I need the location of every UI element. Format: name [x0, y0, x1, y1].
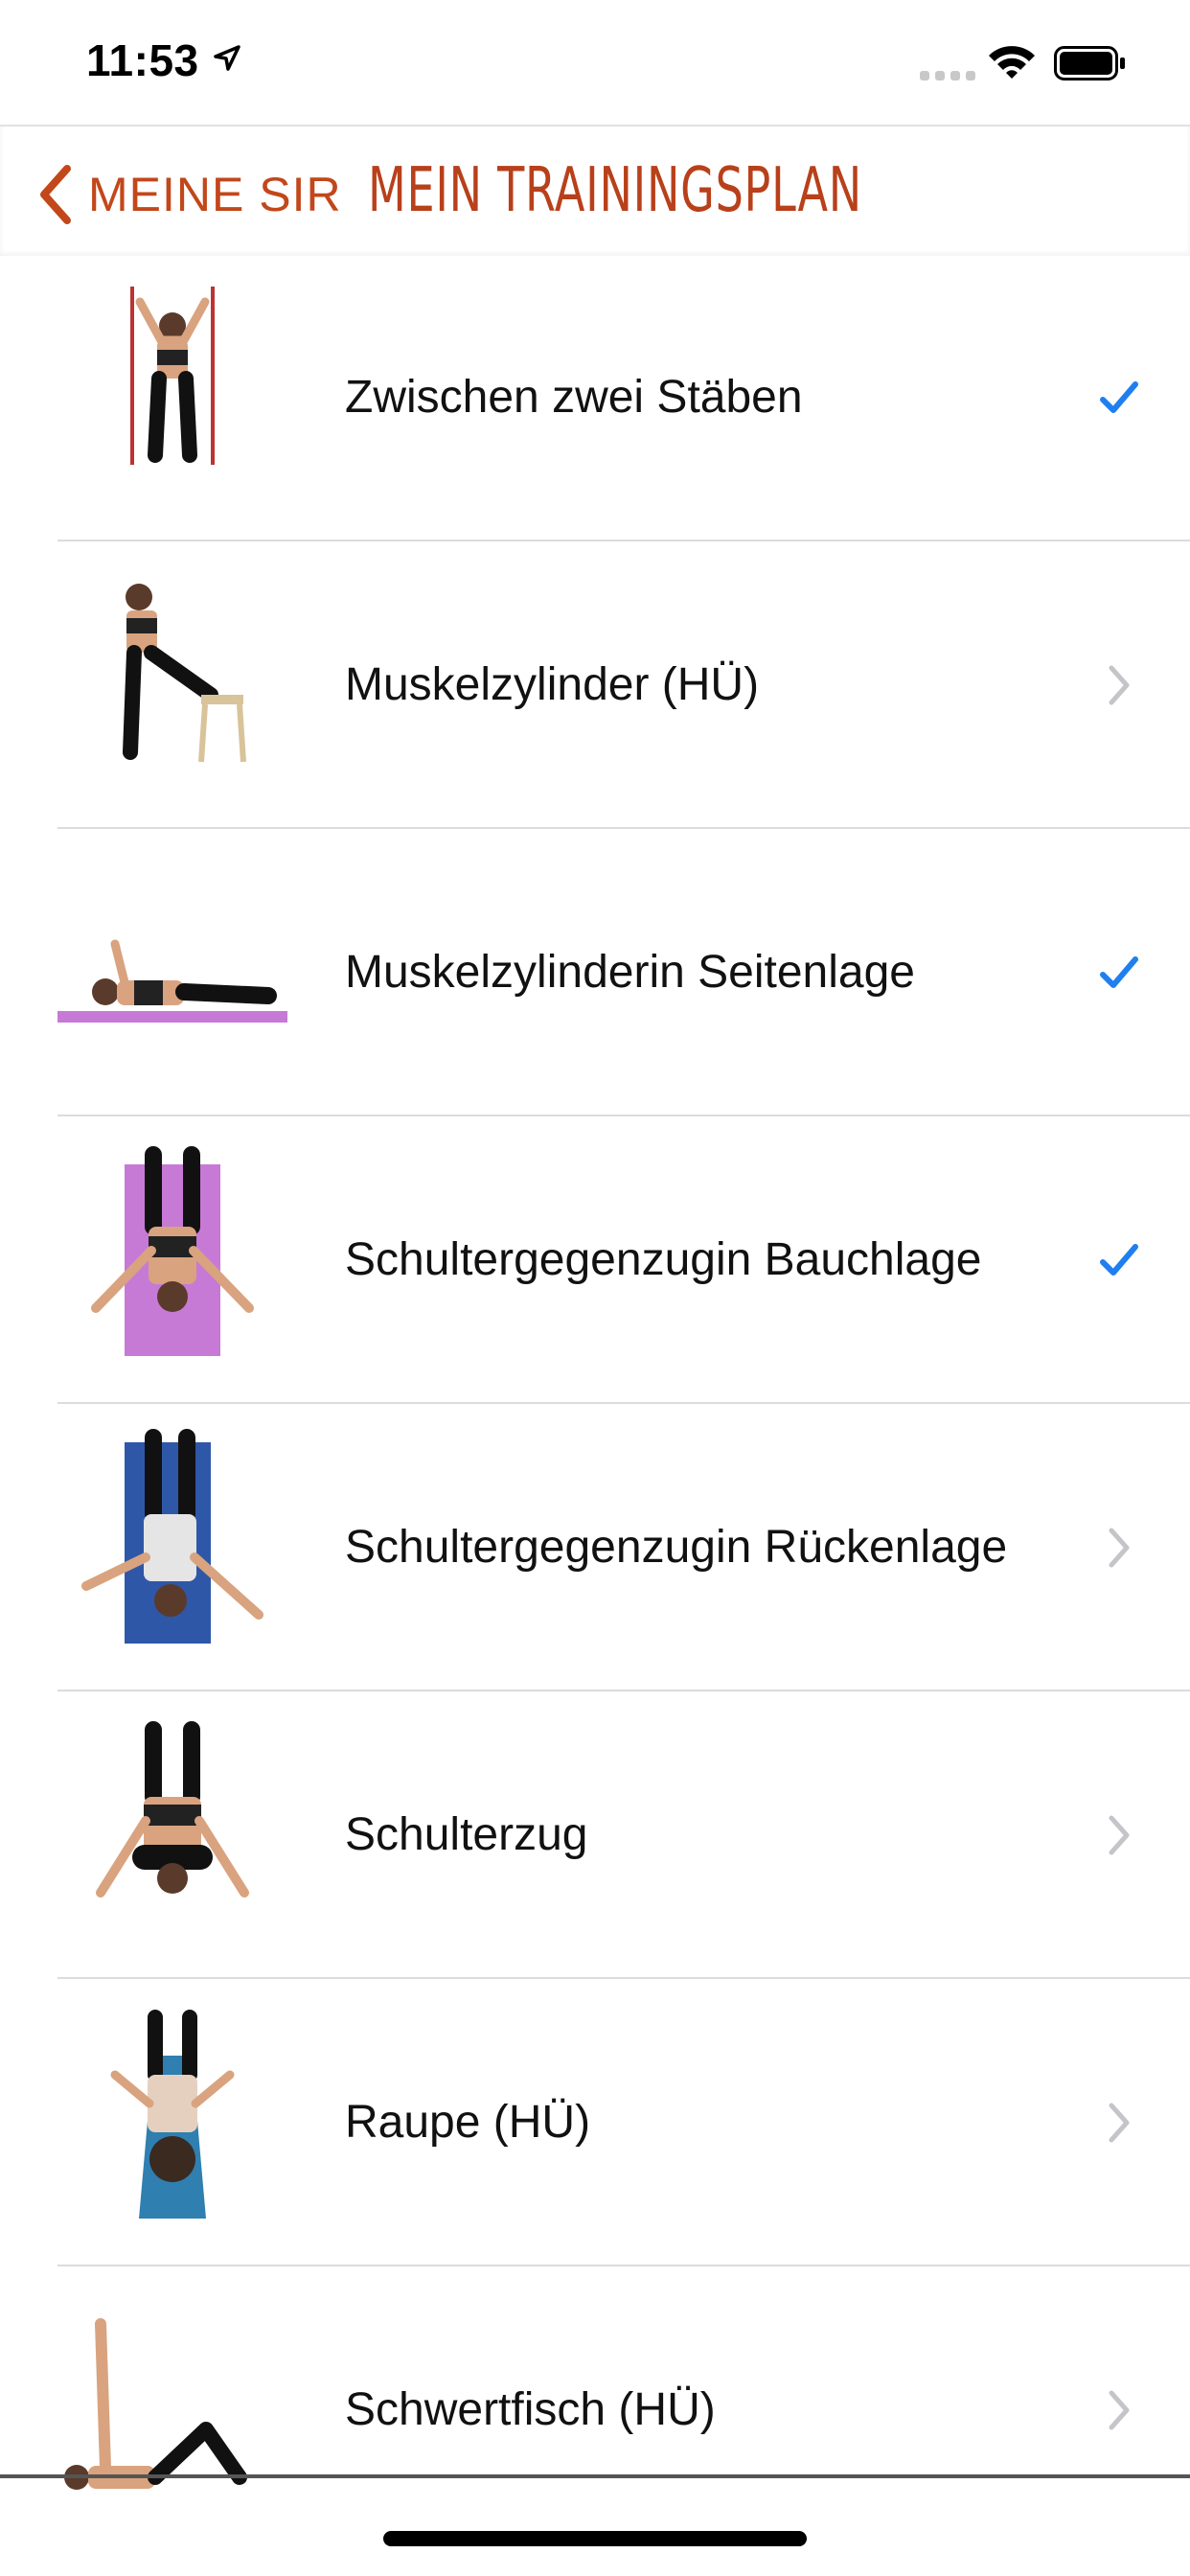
location-arrow-icon [214, 45, 240, 71]
status-time: 11:53 [86, 35, 199, 85]
exercise-title: Muskelzylinder (HÜ) [345, 541, 759, 829]
exercise-title: Zwischen zwei Stäben [345, 254, 803, 541]
battery-icon [1054, 46, 1125, 80]
navigation-bar: MEINE SIR MEIN TRAININGSPLAN [0, 125, 1190, 256]
back-label: MEINE SIR [88, 168, 342, 221]
chevron-right-icon [1109, 2390, 1130, 2430]
exercise-row[interactable]: Schwertfisch (HÜ) [0, 2266, 1190, 2554]
checkmark-icon [1100, 381, 1138, 413]
exercise-row[interactable]: Muskelzylinder in Seitenlage [0, 829, 1190, 1116]
exercise-title: Muskelzylinder in Seitenlage [345, 829, 915, 1116]
exercise-title: Schultergegenzug in Bauchlage [345, 1116, 982, 1404]
back-button[interactable]: MEINE SIR [34, 161, 342, 228]
exercise-title-line-1: Schulterzug [345, 1809, 588, 1860]
exercise-title-line-1: Muskelzylinder (HÜ) [345, 659, 760, 710]
cellular-signal-icon [920, 71, 975, 80]
exercise-row[interactable]: Muskelzylinder (HÜ) [0, 541, 1190, 829]
status-bar: 11:53 [0, 0, 1190, 125]
exercise-title-line-1: Schultergegenzug [345, 1234, 716, 1285]
exercise-thumbnail [110, 2010, 235, 2219]
wifi-icon [989, 46, 1035, 79]
chevron-left-icon [40, 165, 71, 224]
exercise-thumbnail [130, 287, 215, 465]
exercise-row[interactable]: Schultergegenzug in Bauchlage [0, 1116, 1190, 1404]
page-title: MEIN TRAININGSPLAN [368, 155, 862, 226]
checkmark-icon [1100, 956, 1138, 988]
exercise-list: Zwischen zwei Stäben Muskelzylinder (HÜ) M… [0, 254, 1190, 2554]
exercise-title-line-2: in Bauchlage [715, 1234, 982, 1285]
exercise-row[interactable]: Schultergegenzug in Rückenlage [0, 1404, 1190, 1691]
exercise-row[interactable]: Schulterzug [0, 1691, 1190, 1979]
chevron-right-icon [1109, 665, 1130, 705]
exercise-thumbnail [81, 1429, 263, 1644]
exercise-thumbnail [96, 1721, 249, 1898]
exercise-title: Schulterzug [345, 1691, 587, 1979]
exercise-title: Schwertfisch (HÜ) [345, 2266, 716, 2554]
exercise-title-line-2: in Rückenlage [715, 1522, 1008, 1573]
exercise-thumbnail [57, 939, 287, 1023]
exercise-title-line-1: Schultergegenzug [345, 1522, 716, 1573]
exercise-title-line-1: Raupe (HÜ) [345, 2097, 591, 2148]
exercise-title-line-1: Zwischen zwei Stäben [345, 372, 803, 423]
exercise-thumbnail [64, 2318, 247, 2490]
exercise-thumbnail [91, 1146, 254, 1356]
list-bottom-border [0, 2474, 1190, 2478]
exercise-row[interactable]: Zwischen zwei Stäben [0, 254, 1190, 541]
exercise-title: Raupe (HÜ) [345, 1979, 590, 2266]
exercise-title-line-1: Muskelzylinder [345, 947, 650, 998]
chevron-right-icon [1109, 1528, 1130, 1568]
exercise-title: Schultergegenzug in Rückenlage [345, 1404, 1007, 1691]
checkmark-icon [1100, 1244, 1138, 1276]
exercise-title-line-1: Schwertfisch (HÜ) [345, 2384, 716, 2435]
exercise-thumbnail [123, 584, 246, 763]
exercise-title-line-2: in Seitenlage [649, 947, 915, 998]
chevron-right-icon [1109, 2103, 1130, 2143]
chevron-right-icon [1109, 1815, 1130, 1855]
exercise-row[interactable]: Raupe (HÜ) [0, 1979, 1190, 2266]
home-indicator[interactable] [383, 2531, 807, 2546]
